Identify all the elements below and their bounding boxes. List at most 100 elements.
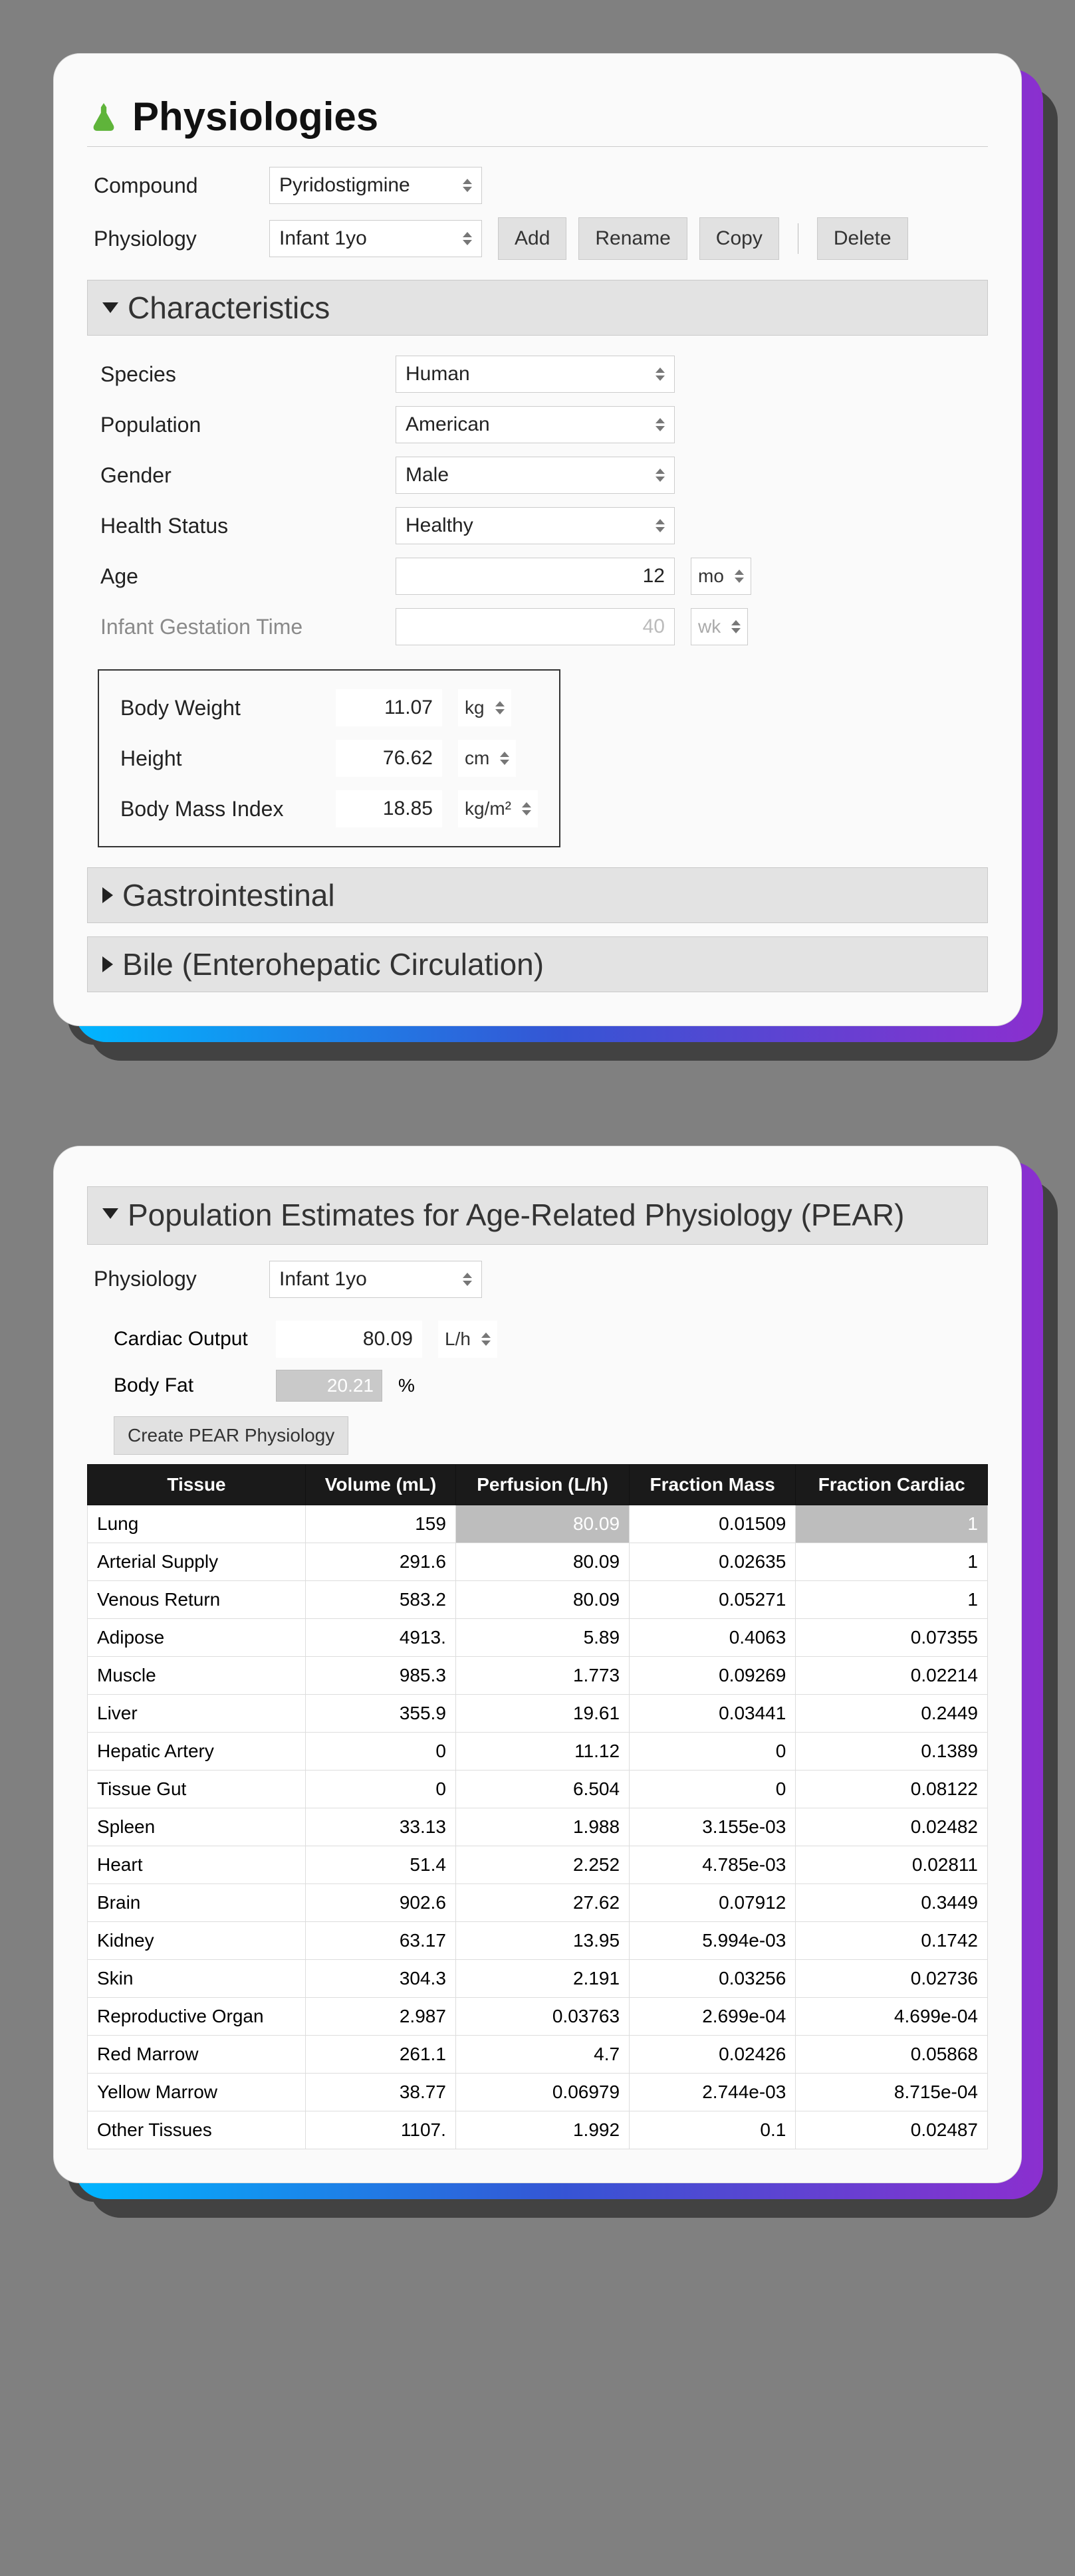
table-cell[interactable]: 4.699e-04 [796,1997,988,2035]
table-cell[interactable]: 2.699e-04 [630,1997,796,2035]
table-row[interactable]: Arterial Supply291.680.090.026351 [88,1543,988,1580]
table-cell[interactable]: 80.09 [455,1505,629,1543]
cardiac-output-unit[interactable]: L/h [438,1321,497,1358]
table-cell[interactable]: 4.785e-03 [630,1846,796,1883]
table-cell[interactable]: Lung [88,1505,306,1543]
table-cell[interactable]: Adipose [88,1618,306,1656]
table-row[interactable]: Spleen33.131.9883.155e-030.02482 [88,1808,988,1846]
cardiac-output-input[interactable]: 80.09 [276,1321,422,1358]
table-cell[interactable]: 0 [306,1770,456,1808]
table-row[interactable]: Yellow Marrow38.770.069792.744e-038.715e… [88,2073,988,2111]
table-cell[interactable]: 0.01509 [630,1505,796,1543]
table-cell[interactable]: 51.4 [306,1846,456,1883]
table-cell[interactable]: 33.13 [306,1808,456,1846]
copy-button[interactable]: Copy [699,217,779,260]
table-cell[interactable]: 1.992 [455,2111,629,2149]
table-cell[interactable]: 1107. [306,2111,456,2149]
create-pear-button[interactable]: Create PEAR Physiology [114,1416,348,1455]
table-cell[interactable]: 0.03763 [455,1997,629,2035]
table-cell[interactable]: 5.89 [455,1618,629,1656]
table-cell[interactable]: 1 [796,1543,988,1580]
table-row[interactable]: Venous Return583.280.090.052711 [88,1580,988,1618]
table-cell[interactable]: 38.77 [306,2073,456,2111]
table-cell[interactable]: 1.773 [455,1656,629,1694]
table-header[interactable]: Fraction Cardiac [796,1464,988,1505]
table-cell[interactable]: Venous Return [88,1580,306,1618]
table-cell[interactable]: 5.994e-03 [630,1921,796,1959]
table-row[interactable]: Hepatic Artery011.1200.1389 [88,1732,988,1770]
table-cell[interactable]: 0.09269 [630,1656,796,1694]
age-input[interactable]: 12 [396,558,675,595]
table-cell[interactable]: 0.02482 [796,1808,988,1846]
table-cell[interactable]: 355.9 [306,1694,456,1732]
table-cell[interactable]: Hepatic Artery [88,1732,306,1770]
population-select[interactable]: American [396,406,675,443]
table-cell[interactable]: 304.3 [306,1959,456,1997]
body-weight-input[interactable]: 11.07 [336,689,442,726]
delete-button[interactable]: Delete [817,217,908,260]
add-button[interactable]: Add [498,217,566,260]
table-cell[interactable]: Tissue Gut [88,1770,306,1808]
table-cell[interactable]: 159 [306,1505,456,1543]
table-cell[interactable]: 0.1 [630,2111,796,2149]
table-cell[interactable]: 261.1 [306,2035,456,2073]
table-cell[interactable]: 6.504 [455,1770,629,1808]
gender-select[interactable]: Male [396,457,675,494]
table-cell[interactable]: Arterial Supply [88,1543,306,1580]
table-cell[interactable]: Brain [88,1883,306,1921]
table-row[interactable]: Tissue Gut06.50400.08122 [88,1770,988,1808]
table-cell[interactable]: Muscle [88,1656,306,1694]
table-cell[interactable]: 0.1389 [796,1732,988,1770]
table-cell[interactable]: Red Marrow [88,2035,306,2073]
compound-select[interactable]: Pyridostigmine [269,167,482,204]
table-row[interactable]: Muscle985.31.7730.092690.02214 [88,1656,988,1694]
table-row[interactable]: Adipose4913.5.890.40630.07355 [88,1618,988,1656]
table-cell[interactable]: 80.09 [455,1543,629,1580]
rename-button[interactable]: Rename [578,217,687,260]
table-header[interactable]: Tissue [88,1464,306,1505]
bmi-unit[interactable]: kg/m² [458,790,538,827]
table-cell[interactable]: 0.02426 [630,2035,796,2073]
table-cell[interactable]: Yellow Marrow [88,2073,306,2111]
table-cell[interactable]: 11.12 [455,1732,629,1770]
table-row[interactable]: Liver355.919.610.034410.2449 [88,1694,988,1732]
table-cell[interactable]: 2.744e-03 [630,2073,796,2111]
table-cell[interactable]: 0.02811 [796,1846,988,1883]
pear-header[interactable]: Population Estimates for Age-Related Phy… [87,1186,988,1245]
table-cell[interactable]: 0 [630,1770,796,1808]
table-cell[interactable]: 985.3 [306,1656,456,1694]
table-cell[interactable]: 2.987 [306,1997,456,2035]
species-select[interactable]: Human [396,356,675,393]
table-cell[interactable]: 0 [630,1732,796,1770]
table-cell[interactable]: 0.03441 [630,1694,796,1732]
table-cell[interactable]: 1 [796,1580,988,1618]
table-cell[interactable]: 0.08122 [796,1770,988,1808]
table-cell[interactable]: 80.09 [455,1580,629,1618]
table-cell[interactable]: 3.155e-03 [630,1808,796,1846]
table-cell[interactable]: 0.05271 [630,1580,796,1618]
table-row[interactable]: Red Marrow261.14.70.024260.05868 [88,2035,988,2073]
table-cell[interactable]: 1 [796,1505,988,1543]
table-cell[interactable]: 2.191 [455,1959,629,1997]
table-cell[interactable]: 0.02736 [796,1959,988,1997]
table-cell[interactable]: Heart [88,1846,306,1883]
table-cell[interactable]: 1.988 [455,1808,629,1846]
table-cell[interactable]: Other Tissues [88,2111,306,2149]
table-row[interactable]: Other Tissues1107.1.9920.10.02487 [88,2111,988,2149]
table-cell[interactable]: 0.1742 [796,1921,988,1959]
table-cell[interactable]: 8.715e-04 [796,2073,988,2111]
table-cell[interactable]: 0.02487 [796,2111,988,2149]
table-cell[interactable]: 0.06979 [455,2073,629,2111]
table-cell[interactable]: 902.6 [306,1883,456,1921]
height-input[interactable]: 76.62 [336,740,442,777]
table-row[interactable]: Heart51.42.2524.785e-030.02811 [88,1846,988,1883]
table-row[interactable]: Brain902.627.620.079120.3449 [88,1883,988,1921]
bmi-input[interactable]: 18.85 [336,790,442,827]
table-header[interactable]: Perfusion (L/h) [455,1464,629,1505]
table-header[interactable]: Fraction Mass [630,1464,796,1505]
health-select[interactable]: Healthy [396,507,675,544]
table-cell[interactable]: 0 [306,1732,456,1770]
table-row[interactable]: Kidney63.1713.955.994e-030.1742 [88,1921,988,1959]
table-cell[interactable]: 0.05868 [796,2035,988,2073]
table-cell[interactable]: Skin [88,1959,306,1997]
